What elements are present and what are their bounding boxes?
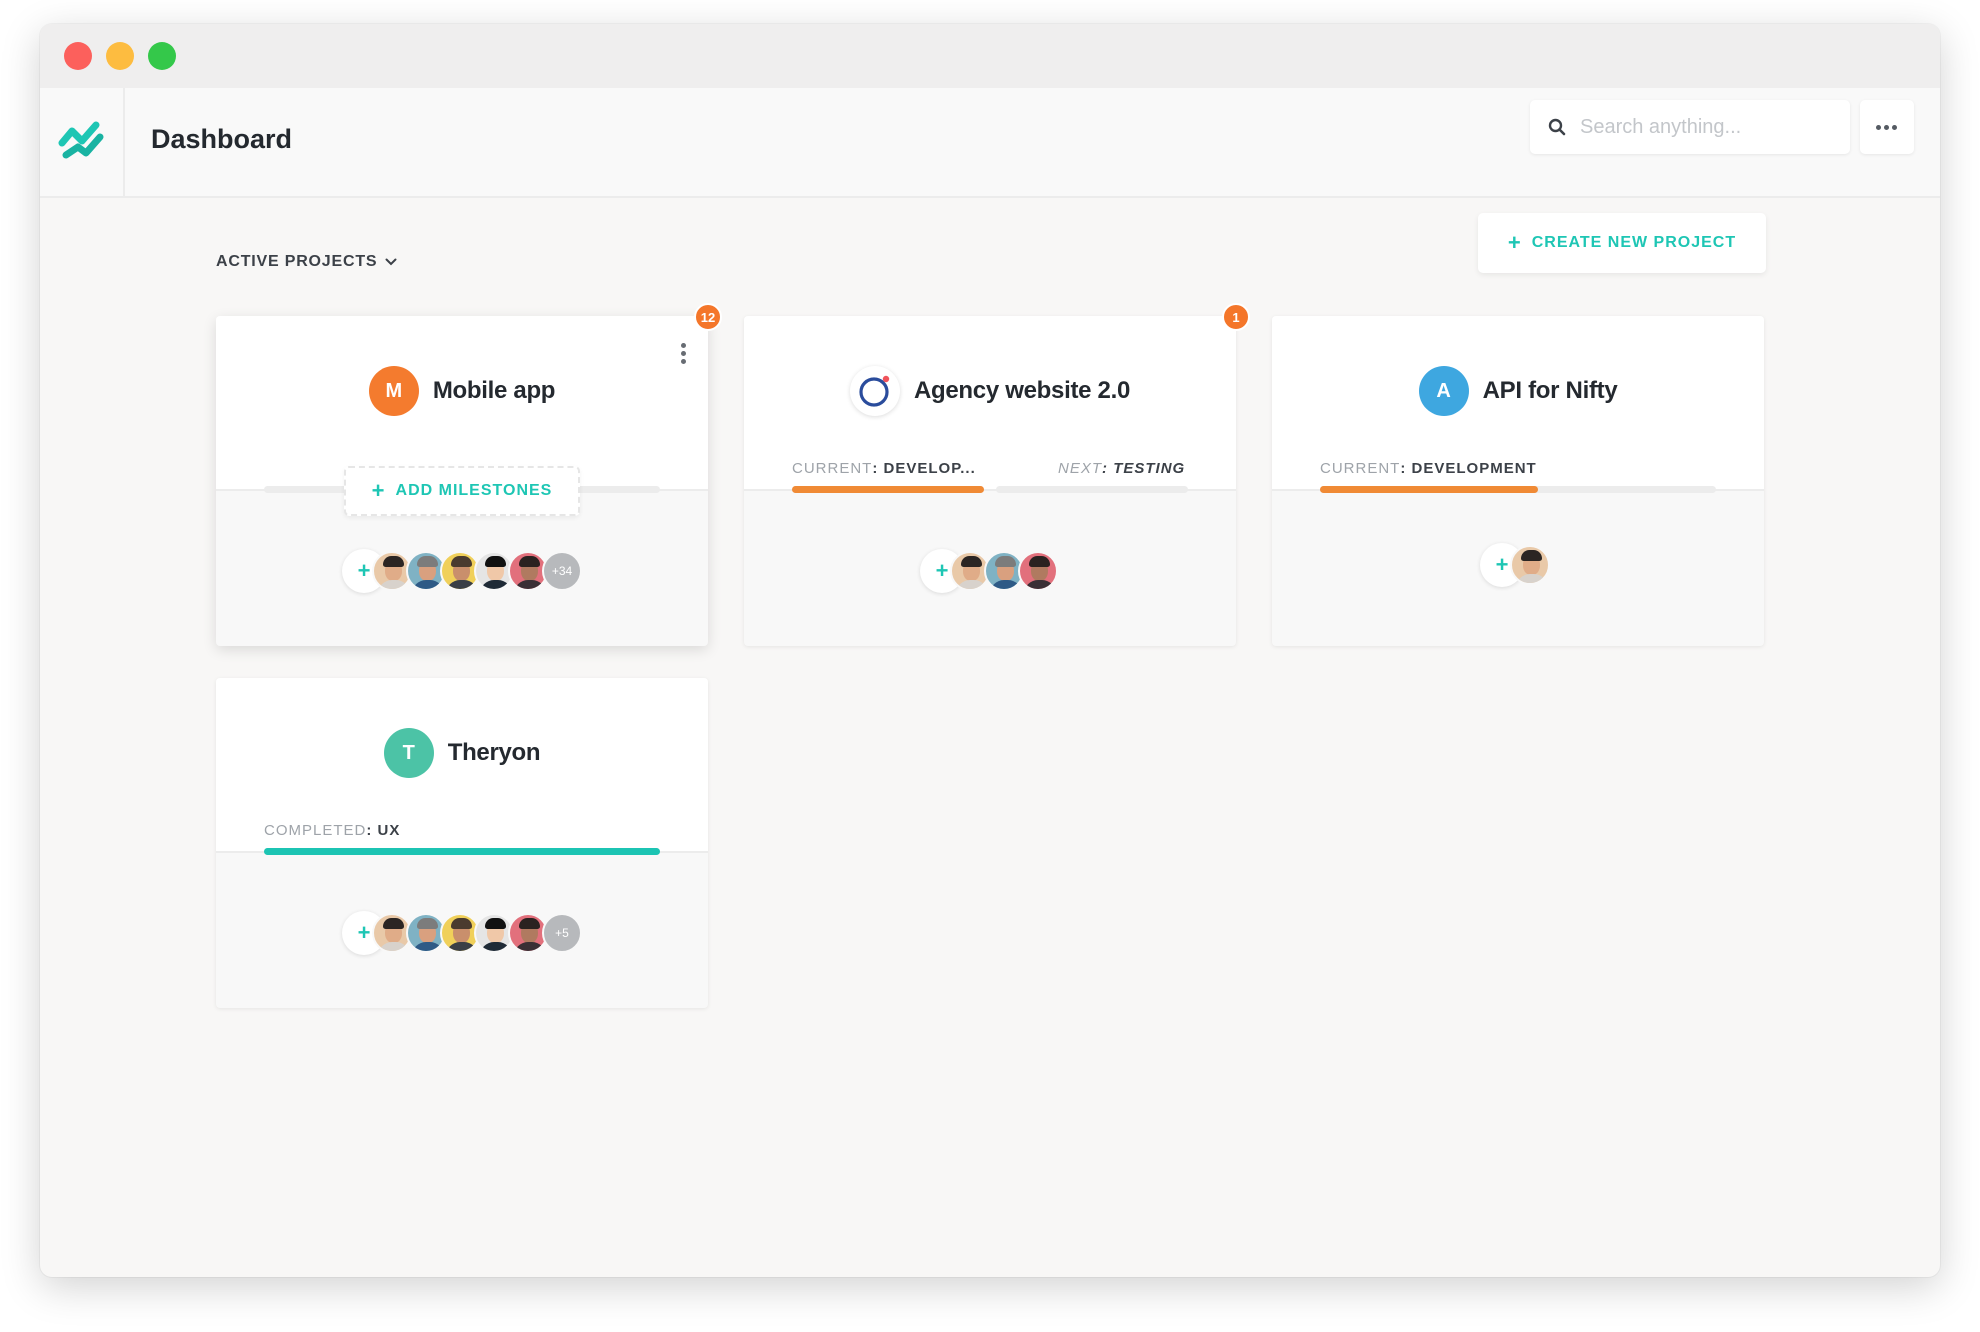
filter-label: ACTIVE PROJECTS xyxy=(216,253,378,270)
project-card-header: Agency website 2.0 CURRENT: DEVELOP... N… xyxy=(744,316,1236,493)
stage-value: DEVELOP... xyxy=(883,460,976,477)
project-title-row: A API for Nifty xyxy=(1272,366,1764,416)
current-stage-progress xyxy=(1320,486,1716,493)
window-titlebar xyxy=(40,24,1940,88)
project-card-header: M Mobile app xyxy=(216,316,708,493)
search-icon xyxy=(1548,118,1566,136)
ring-logo-icon xyxy=(849,366,900,416)
plus-icon: + xyxy=(1507,230,1522,255)
extra-members-count[interactable]: +34 xyxy=(542,551,582,591)
close-window-button[interactable] xyxy=(64,42,92,70)
project-name[interactable]: Mobile app xyxy=(433,377,556,405)
app-window: Dashboard ACTIVE PROJECTS + CREATE NEW P… xyxy=(40,24,1940,1277)
add-milestones-label: ADD MILESTONES xyxy=(395,482,553,499)
stage-value: TESTING xyxy=(1113,460,1186,477)
stage-value: UX xyxy=(377,822,401,839)
project-card-theryon[interactable]: T Theryon COMPLETED: UX + +5 xyxy=(216,678,708,1008)
project-card-agency-website[interactable]: Agency website 2.0 CURRENT: DEVELOP... N… xyxy=(744,316,1236,646)
completed-stage: COMPLETED: UX xyxy=(264,822,401,839)
stage-label: COMPLETED xyxy=(264,822,367,839)
project-card-mobile-app[interactable]: M Mobile app + ADD MILESTONES + +34 xyxy=(216,316,708,646)
project-name[interactable]: API for Nifty xyxy=(1483,377,1618,405)
team-members: + xyxy=(1480,542,1550,588)
plus-icon: + xyxy=(371,478,386,503)
stage-label: NEXT xyxy=(1058,460,1103,477)
project-name[interactable]: Agency website 2.0 xyxy=(914,377,1130,405)
stage-label: CURRENT xyxy=(792,460,873,477)
search-input[interactable] xyxy=(1580,110,1830,144)
current-stage: CURRENT: DEVELOP... xyxy=(792,460,976,477)
create-new-project-button[interactable]: + CREATE NEW PROJECT xyxy=(1478,213,1766,273)
project-card-header: T Theryon COMPLETED: UX xyxy=(216,678,708,855)
project-title-row: M Mobile app xyxy=(216,366,708,416)
active-projects-filter[interactable]: ACTIVE PROJECTS xyxy=(216,253,397,271)
stage-label: CURRENT xyxy=(1320,460,1401,477)
project-avatar: M xyxy=(368,366,419,416)
current-stage: CURRENT: DEVELOPMENT xyxy=(1320,460,1537,477)
project-avatar: A xyxy=(1418,366,1469,416)
current-stage-progress xyxy=(792,486,984,493)
minimize-window-button[interactable] xyxy=(106,42,134,70)
app-header: Dashboard xyxy=(40,88,1940,198)
create-button-label: CREATE NEW PROJECT xyxy=(1531,234,1737,251)
nifty-logo-icon xyxy=(58,121,104,159)
extra-members-count[interactable]: +5 xyxy=(542,913,582,953)
project-card-api-for-nifty[interactable]: A API for Nifty CURRENT: DEVELOPMENT + xyxy=(1272,316,1764,646)
search-box[interactable] xyxy=(1530,100,1850,154)
team-members: + xyxy=(920,548,1058,594)
project-name[interactable]: Theryon xyxy=(448,739,541,767)
more-options-button[interactable] xyxy=(1860,100,1914,154)
member-avatar[interactable] xyxy=(1510,545,1550,585)
team-members: + +5 xyxy=(342,910,582,956)
project-title-row: T Theryon xyxy=(216,728,708,778)
card-menu-button[interactable] xyxy=(680,342,688,366)
next-stage: NEXT: TESTING xyxy=(1058,460,1186,477)
completed-stage-progress xyxy=(264,848,660,855)
project-avatar: T xyxy=(383,728,434,778)
more-horizontal-icon xyxy=(1876,125,1881,130)
notification-badge[interactable]: 1 xyxy=(1222,303,1250,331)
project-title-row: Agency website 2.0 xyxy=(744,366,1236,416)
maximize-window-button[interactable] xyxy=(148,42,176,70)
chevron-down-icon xyxy=(385,258,397,266)
kebab-menu-icon xyxy=(681,343,686,348)
team-members: + +34 xyxy=(342,548,582,594)
page-title: Dashboard xyxy=(151,124,293,154)
logo-cell[interactable] xyxy=(40,88,125,196)
notification-badge[interactable]: 12 xyxy=(694,303,722,331)
project-card-header: A API for Nifty CURRENT: DEVELOPMENT xyxy=(1272,316,1764,493)
member-avatar[interactable] xyxy=(1018,551,1058,591)
add-milestones-button[interactable]: + ADD MILESTONES xyxy=(344,466,580,516)
next-stage-progress xyxy=(996,486,1188,493)
stage-value: DEVELOPMENT xyxy=(1411,460,1537,477)
